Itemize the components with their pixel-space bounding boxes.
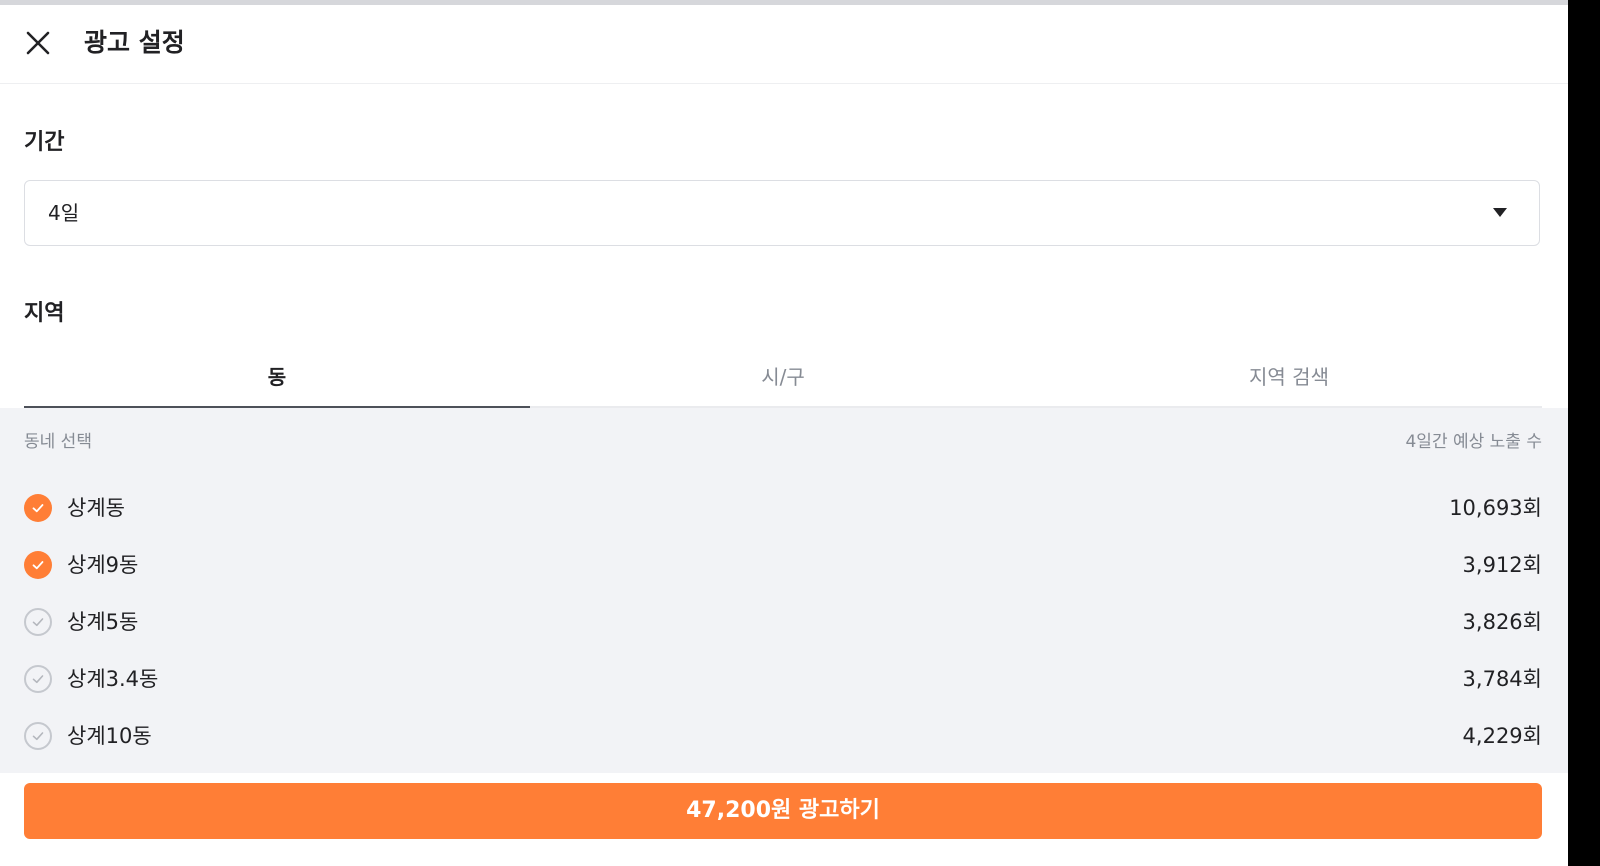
region-tabs: 동 시/구 지역 검색: [24, 350, 1542, 408]
list-item-exposure: 10,693회: [1449, 496, 1542, 520]
unchecked-icon[interactable]: [24, 608, 52, 636]
list-item[interactable]: 상계9동 3,912회: [24, 546, 1542, 586]
list-header: 동네 선택 4일간 예상 노출 수: [24, 430, 1542, 454]
checked-icon[interactable]: [24, 494, 52, 522]
header: 광고 설정: [0, 5, 1568, 84]
period-selected-value: 4일: [48, 201, 80, 225]
list-item[interactable]: 상계3.4동 3,784회: [24, 660, 1542, 700]
tab-dong[interactable]: 동: [24, 350, 530, 408]
list-item[interactable]: 상계5동 3,826회: [24, 603, 1542, 643]
page-title: 광고 설정: [84, 28, 185, 57]
close-icon: [25, 30, 51, 60]
list-item-exposure: 3,912회: [1462, 553, 1542, 577]
list-item-exposure: 3,826회: [1462, 610, 1542, 634]
list-item-exposure: 3,784회: [1462, 667, 1542, 691]
list-item[interactable]: 상계10동 4,229회: [24, 717, 1542, 757]
list-item-exposure: 4,229회: [1462, 724, 1542, 748]
list-item-name: 상계10동: [67, 724, 152, 748]
list-item-name: 상계3.4동: [67, 667, 159, 691]
list-item-name: 상계동: [67, 496, 125, 520]
unchecked-icon[interactable]: [24, 722, 52, 750]
checked-icon[interactable]: [24, 551, 52, 579]
dropdown-arrow-icon: [1493, 208, 1507, 217]
neighborhood-list-panel: 동네 선택 4일간 예상 노출 수 상계동 10,693회 상계9동 3,912…: [0, 408, 1568, 773]
ad-settings-screen: 광고 설정 기간 4일 지역 동 시/구 지역 검색 동네 선택 4일간 예상 …: [0, 0, 1568, 866]
region-label: 지역: [24, 301, 65, 326]
list-header-left: 동네 선택: [24, 432, 92, 452]
list-item-name: 상계9동: [67, 553, 139, 577]
list-item[interactable]: 상계동 10,693회: [24, 489, 1542, 529]
period-select[interactable]: 4일: [24, 180, 1540, 246]
tab-region-search[interactable]: 지역 검색: [1036, 350, 1542, 406]
close-button[interactable]: [20, 27, 56, 63]
list-header-right: 4일간 예상 노출 수: [1405, 432, 1542, 452]
list-item-name: 상계5동: [67, 610, 139, 634]
tab-si-gu[interactable]: 시/구: [530, 350, 1036, 406]
period-label: 기간: [24, 130, 65, 155]
advertise-button[interactable]: 47,200원 광고하기: [24, 783, 1542, 839]
unchecked-icon[interactable]: [24, 665, 52, 693]
